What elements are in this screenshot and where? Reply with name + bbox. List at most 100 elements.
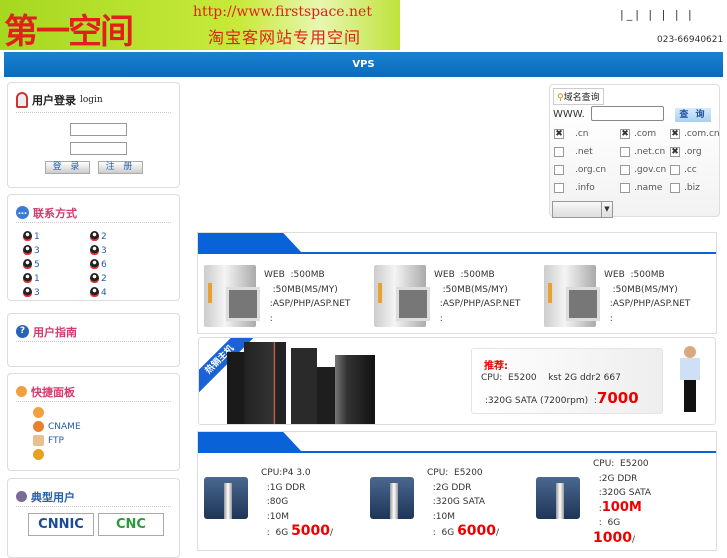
login-panel: 用户登录 login 登 录 注 册 [7, 82, 180, 188]
help-icon: ? [16, 325, 29, 338]
quick-item[interactable] [33, 449, 48, 460]
tld-label: .biz [684, 183, 700, 193]
tld-label: .name [634, 183, 663, 193]
quick-panel: 快捷面板 CNAME FTP [7, 373, 180, 471]
search-icon: ⚲ [557, 93, 564, 103]
recommend-price: 7000 [596, 389, 639, 407]
tld-checkbox[interactable] [670, 183, 680, 193]
guide-title: 用户指南 [33, 325, 77, 339]
computer-icon[interactable] [374, 265, 430, 327]
hot-sale-banner[interactable]: 热销主机 推荐: CPU: E5200 kst 2G ddr2 667 :320… [198, 337, 716, 425]
computer-icon[interactable] [544, 265, 600, 327]
lightbulb-icon [16, 386, 27, 397]
qq-contact[interactable]: 2 [90, 273, 107, 284]
qq-contact[interactable]: 3 [23, 245, 40, 256]
guide-header[interactable]: ? 用户指南 [16, 322, 171, 342]
recommend-spec-2: :320G SATA (7200rpm) : [482, 396, 597, 406]
domain-search-button[interactable]: 查 询 [675, 108, 711, 122]
tld-label: .gov.cn [634, 165, 667, 175]
server-product: CPU: E5200 :2G DDR :320G SATA :100M : 6G… [593, 459, 652, 546]
server-tab[interactable] [198, 432, 302, 452]
site-banner[interactable]: 第一空间 http://www.firstspace.net 淘宝客网站专用空间 [0, 0, 400, 50]
lock-icon [16, 91, 28, 108]
gear-icon [33, 449, 44, 460]
tld-checkbox[interactable] [554, 183, 564, 193]
tld-checkbox[interactable]: ✖ [620, 129, 630, 139]
tld-checkbox[interactable] [554, 147, 564, 157]
typical-users-panel: 典型用户 CNNIC CNC [7, 478, 180, 558]
tab-divider [198, 451, 716, 453]
users-header: 典型用户 [16, 487, 171, 507]
server-price: 6000 [457, 523, 497, 539]
server-icon[interactable] [536, 477, 580, 519]
tld-label: .org.cn [575, 165, 607, 175]
recommend-spec-1: CPU: E5200 kst 2G ddr2 667 [481, 373, 621, 383]
tld-checkbox[interactable] [620, 147, 630, 157]
users-icon [16, 491, 27, 502]
tld-checkbox[interactable]: ✖ [670, 147, 680, 157]
qq-contact[interactable]: 4 [90, 287, 107, 298]
domain-input[interactable] [591, 106, 664, 121]
quick-header: 快捷面板 [16, 382, 171, 402]
domain-search-panel: ⚲域名查询 WWW. 查 询 ✖ .cn ✖ .com ✖ .com.cn .net .net… [549, 84, 720, 218]
server-price: 5000 [291, 523, 331, 539]
recommend-card: 推荐: CPU: E5200 kst 2G ddr2 667 :320G SAT… [471, 348, 663, 414]
qq-contact[interactable]: 6 [90, 259, 107, 270]
hosting-section: WEB :500MB :50MB(MS/MY) :ASP/PHP/ASP.NET… [197, 232, 717, 334]
quick-title: 快捷面板 [31, 385, 75, 399]
qq-contact[interactable]: 3 [90, 245, 107, 256]
password-input[interactable] [70, 142, 127, 155]
server-product: CPU: E5200 :2G DDR :320G SATA :10M : 6G … [427, 468, 500, 539]
qq-contact[interactable]: 1 [23, 231, 40, 242]
quick-item-cname[interactable]: CNAME [33, 421, 81, 432]
login-title: 用户登录 [32, 93, 76, 107]
server-product: CPU:P4 3.0 :1G DDR :80G :10M : 6G 5000/ [261, 468, 334, 539]
register-button[interactable]: 注 册 [98, 161, 143, 174]
server-section: CPU:P4 3.0 :1G DDR :80G :10M : 6G 5000/C… [197, 431, 717, 551]
www-prefix: WWW. [553, 109, 585, 120]
server-icon[interactable] [204, 477, 248, 519]
server-rack-image [291, 348, 317, 424]
warning-icon [33, 421, 44, 432]
qq-contact[interactable]: 5 [23, 259, 40, 270]
computer-icon[interactable] [204, 265, 260, 327]
username-input[interactable] [70, 123, 127, 136]
tld-label: .com.cn [684, 129, 720, 139]
cnc-logo[interactable]: CNC [98, 513, 164, 536]
lightbulb-icon [33, 407, 44, 418]
tld-checkbox[interactable] [620, 165, 630, 175]
server-rack-image [335, 355, 375, 424]
qq-contact[interactable]: 2 [90, 231, 107, 242]
tld-checkbox[interactable] [554, 165, 564, 175]
server-icon[interactable] [370, 477, 414, 519]
hosting-product-specs: WEB :500MB :50MB(MS/MY) :ASP/PHP/ASP.NET… [434, 270, 521, 324]
login-button[interactable]: 登 录 [45, 161, 90, 174]
tld-label: .net [575, 147, 593, 157]
tld-label: .org [684, 147, 702, 157]
tld-select[interactable]: ▼ [552, 201, 613, 218]
nav-item-vps[interactable]: VPS [4, 52, 723, 77]
quick-item[interactable] [33, 407, 48, 418]
guide-panel: ? 用户指南 [7, 313, 180, 367]
hosting-tab[interactable] [198, 233, 302, 253]
tld-label: .info [575, 183, 595, 193]
contact-header: … 联系方式 [16, 203, 171, 223]
qq-contact[interactable]: 1 [23, 273, 40, 284]
tld-checkbox[interactable] [670, 165, 680, 175]
tld-checkbox[interactable] [620, 183, 630, 193]
tld-checkbox[interactable]: ✖ [670, 129, 680, 139]
server-price: 1000 [593, 529, 632, 546]
users-title: 典型用户 [31, 490, 75, 504]
cnnic-logo[interactable]: CNNIC [28, 513, 94, 536]
server-rack-image [317, 367, 335, 424]
login-title-en: login [80, 94, 103, 105]
quick-item-ftp[interactable]: FTP [33, 435, 64, 446]
qq-contact[interactable]: 3 [23, 287, 40, 298]
document-icon [33, 435, 44, 446]
contact-title: 联系方式 [33, 206, 77, 220]
recommend-title: 推荐: [484, 361, 508, 372]
contact-panel: … 联系方式 1 2 3 3 5 6 1 2 3 4 [7, 194, 180, 301]
tld-label: .cn [575, 129, 589, 139]
tld-checkbox[interactable]: ✖ [554, 129, 564, 139]
top-links[interactable]: |_| | | | | [620, 8, 695, 21]
